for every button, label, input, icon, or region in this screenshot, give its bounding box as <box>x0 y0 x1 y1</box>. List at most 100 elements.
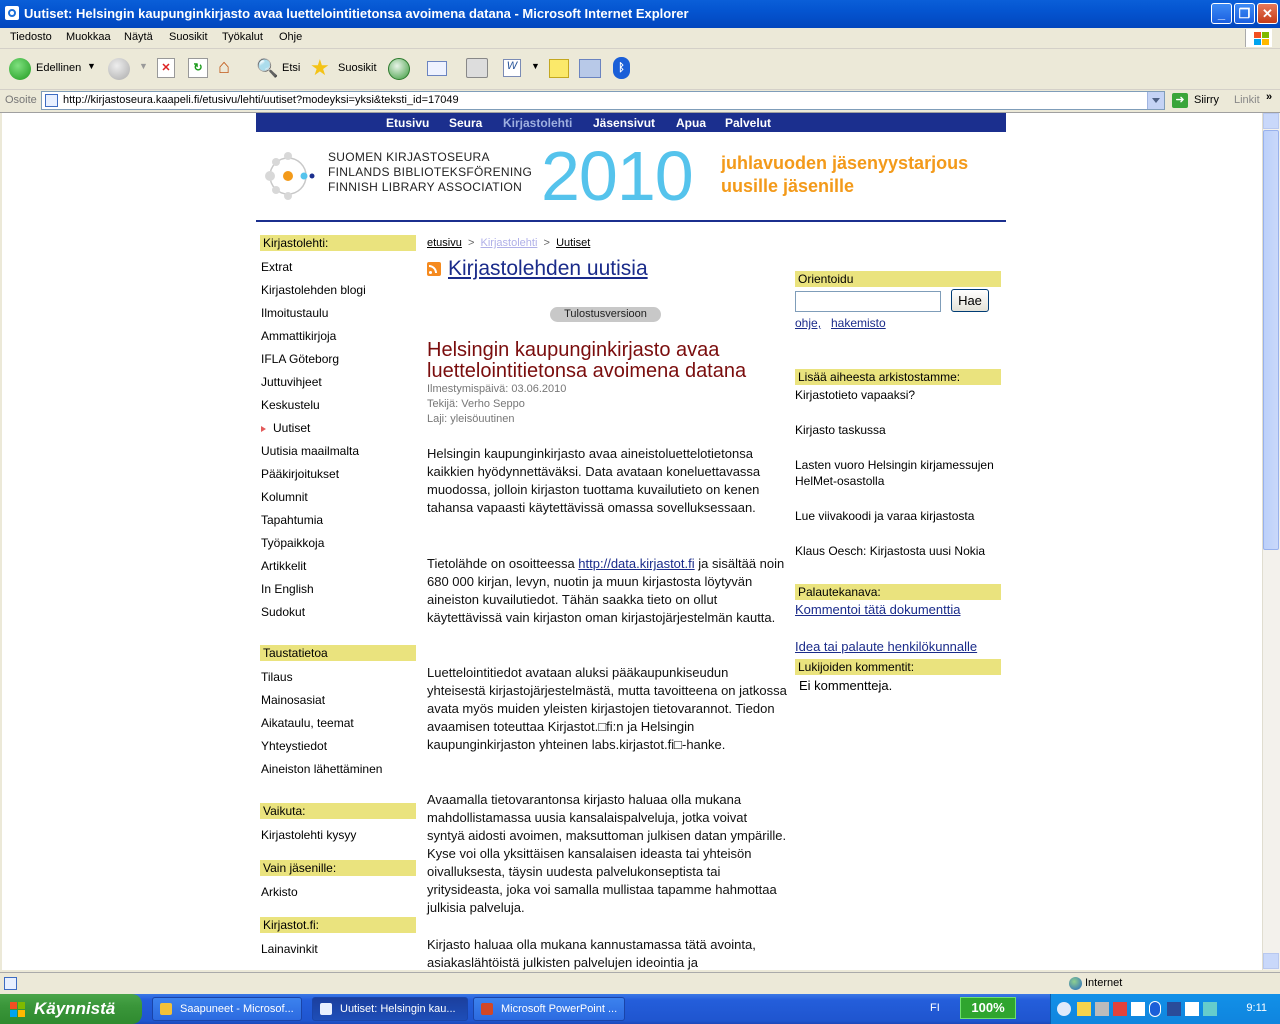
sidebar-item[interactable]: Artikkelit <box>261 559 306 573</box>
archive-link[interactable]: Kirjastotieto vapaaksi? <box>795 387 1001 403</box>
sidebar-item[interactable]: Työpaikkoja <box>261 536 324 550</box>
nav-jasensivut[interactable]: Jäsensivut <box>593 116 655 130</box>
index-link[interactable]: hakemisto <box>831 316 886 330</box>
edit-word-icon[interactable]: W <box>503 59 521 77</box>
sidebar-item[interactable]: Pääkirjoitukset <box>261 467 339 481</box>
page-title[interactable]: Kirjastolehden uutisia <box>448 257 648 281</box>
links-button[interactable]: Linkit <box>1234 94 1260 106</box>
task-ie[interactable]: Uutiset: Helsingin kau... <box>312 997 468 1021</box>
sidebar-item[interactable]: Kolumnit <box>261 490 308 504</box>
address-url[interactable]: http://kirjastoseura.kaapeli.fi/etusivu/… <box>63 94 459 106</box>
tray-monitor-icon[interactable] <box>1203 1002 1217 1016</box>
comment-document-link[interactable]: Kommentoi tätä dokumenttia <box>795 602 960 617</box>
archive-link[interactable]: Kirjasto taskussa <box>795 422 1001 438</box>
bluetooth-icon[interactable]: ᛒ <box>613 57 630 79</box>
sidebar-item[interactable]: Sudokut <box>261 605 305 619</box>
nav-kirjastolehti[interactable]: Kirjastolehti <box>503 116 572 130</box>
sidebar-item[interactable]: Aikataulu, teemat <box>261 716 354 730</box>
close-button[interactable]: ✕ <box>1257 3 1278 24</box>
tray-security-icon[interactable] <box>1113 1002 1127 1016</box>
breadcrumb-home[interactable]: etusivu <box>427 237 462 249</box>
history-icon[interactable] <box>388 58 410 80</box>
tray-bluetooth-icon[interactable] <box>1149 1001 1161 1017</box>
minimize-button[interactable]: _ <box>1211 3 1232 24</box>
scroll-thumb[interactable] <box>1263 130 1279 550</box>
window-title-bar[interactable]: Uutiset: Helsingin kaupunginkirjasto ava… <box>0 0 1280 28</box>
sidebar-item[interactable]: Kirjastolehden blogi <box>261 283 366 297</box>
sidebar-item[interactable]: Extrat <box>261 260 292 274</box>
sidebar-item[interactable]: Ilmoitustaulu <box>261 306 328 320</box>
sidebar-item-kysyy[interactable]: Kirjastolehti kysyy <box>261 828 356 842</box>
breadcrumb-section[interactable]: Kirjastolehti <box>481 237 538 249</box>
rss-icon[interactable] <box>427 262 441 276</box>
tray-network-icon[interactable] <box>1095 1002 1109 1016</box>
mail-icon[interactable] <box>427 61 447 76</box>
start-button[interactable]: Käynnistä <box>0 994 142 1024</box>
scroll-up-icon[interactable] <box>1263 113 1279 129</box>
sidebar-item-lainavinkit[interactable]: Lainavinkit <box>261 942 318 956</box>
language-indicator[interactable]: FI <box>930 1002 940 1014</box>
membership-offer[interactable]: juhlavuoden jäsenyystarjous uusille jäse… <box>721 152 968 198</box>
forward-dropdown-icon[interactable]: ▼ <box>139 61 148 71</box>
zoom-indicator[interactable]: 100% <box>960 997 1016 1019</box>
sidebar-item[interactable]: Yhteystiedot <box>261 739 327 753</box>
back-button[interactable]: Edellinen <box>36 62 81 74</box>
home-icon[interactable]: ⌂ <box>218 57 240 78</box>
address-input[interactable]: http://kirjastoseura.kaapeli.fi/etusivu/… <box>41 91 1165 110</box>
address-dropdown-icon[interactable] <box>1147 92 1164 109</box>
nav-palvelut[interactable]: Palvelut <box>725 116 771 130</box>
tray-display-icon[interactable] <box>1167 1002 1181 1016</box>
tray-folder-icon[interactable] <box>1077 1002 1091 1016</box>
search-icon[interactable]: 🔍 <box>256 58 278 80</box>
print-icon[interactable] <box>466 58 488 78</box>
menu-view[interactable]: Näytä <box>124 31 153 43</box>
refresh-icon[interactable]: ↻ <box>188 58 208 78</box>
sidebar-item[interactable]: Keskustelu <box>261 398 320 412</box>
menu-favorites[interactable]: Suosikit <box>169 31 208 43</box>
site-banner[interactable]: SUOMEN KIRJASTOSEURA FINLANDS BIBLIOTEKS… <box>256 132 1006 222</box>
print-version-button[interactable]: Tulostusversioon <box>550 307 661 322</box>
clock[interactable]: 9:11 <box>1246 1002 1267 1014</box>
go-arrow-icon[interactable]: ➜ <box>1172 93 1188 108</box>
sidebar-item-arkisto[interactable]: Arkisto <box>261 885 298 899</box>
nav-apua[interactable]: Apua <box>676 116 706 130</box>
research-icon[interactable] <box>579 59 601 78</box>
favorites-button[interactable]: Suosikit <box>338 62 377 74</box>
site-search-input[interactable] <box>795 291 941 312</box>
archive-link[interactable]: Lue viivakoodi ja varaa kirjastosta <box>795 508 1001 524</box>
archive-link[interactable]: Lasten vuoro Helsingin kirjamessujen Hel… <box>795 457 1001 489</box>
data-kirjastot-link[interactable]: http://data.kirjastot.fi <box>578 556 694 571</box>
back-dropdown-icon[interactable]: ▼ <box>87 61 96 71</box>
sidebar-item[interactable]: Tilaus <box>261 670 293 684</box>
sidebar-item[interactable]: IFLA Göteborg <box>261 352 339 366</box>
help-link[interactable]: ohje, <box>795 316 821 330</box>
archive-link[interactable]: Klaus Oesch: Kirjastosta uusi Nokia <box>795 543 1001 559</box>
links-chevron-icon[interactable]: » <box>1266 91 1272 103</box>
search-button[interactable]: Etsi <box>282 62 300 74</box>
menu-tools[interactable]: Työkalut <box>222 31 263 43</box>
sidebar-item[interactable]: Uutiset <box>273 421 310 435</box>
tray-clock-icon[interactable] <box>1131 1002 1145 1016</box>
task-powerpoint[interactable]: Microsoft PowerPoint ... <box>473 997 625 1021</box>
search-submit-button[interactable]: Hae <box>951 289 989 312</box>
menu-file[interactable]: Tiedosto <box>10 31 52 43</box>
scroll-down-icon[interactable] <box>1263 953 1279 969</box>
sidebar-item[interactable]: Mainosasiat <box>261 693 325 707</box>
nav-seura[interactable]: Seura <box>449 116 482 130</box>
tray-collapse-icon[interactable] <box>1057 1002 1071 1016</box>
stop-icon[interactable]: ✕ <box>157 58 175 78</box>
menu-edit[interactable]: Muokkaa <box>66 31 111 43</box>
go-button[interactable]: Siirry <box>1194 94 1219 106</box>
back-arrow-icon[interactable] <box>9 58 31 80</box>
staff-feedback-link[interactable]: Idea tai palaute henkilökunnalle <box>795 639 977 654</box>
vertical-scrollbar[interactable] <box>1262 113 1280 970</box>
favorites-star-icon[interactable]: ★ <box>310 55 330 81</box>
task-outlook[interactable]: Saapuneet - Microsof... <box>152 997 302 1021</box>
sidebar-item[interactable]: Tapahtumia <box>261 513 323 527</box>
sidebar-item[interactable]: In English <box>261 582 314 596</box>
menu-help[interactable]: Ohje <box>279 31 302 43</box>
sidebar-item[interactable]: Uutisia maailmalta <box>261 444 359 458</box>
nav-etusivu[interactable]: Etusivu <box>386 116 429 130</box>
sidebar-item[interactable]: Aineiston lähettäminen <box>261 762 382 776</box>
sidebar-item[interactable]: Ammattikirjoja <box>261 329 336 343</box>
